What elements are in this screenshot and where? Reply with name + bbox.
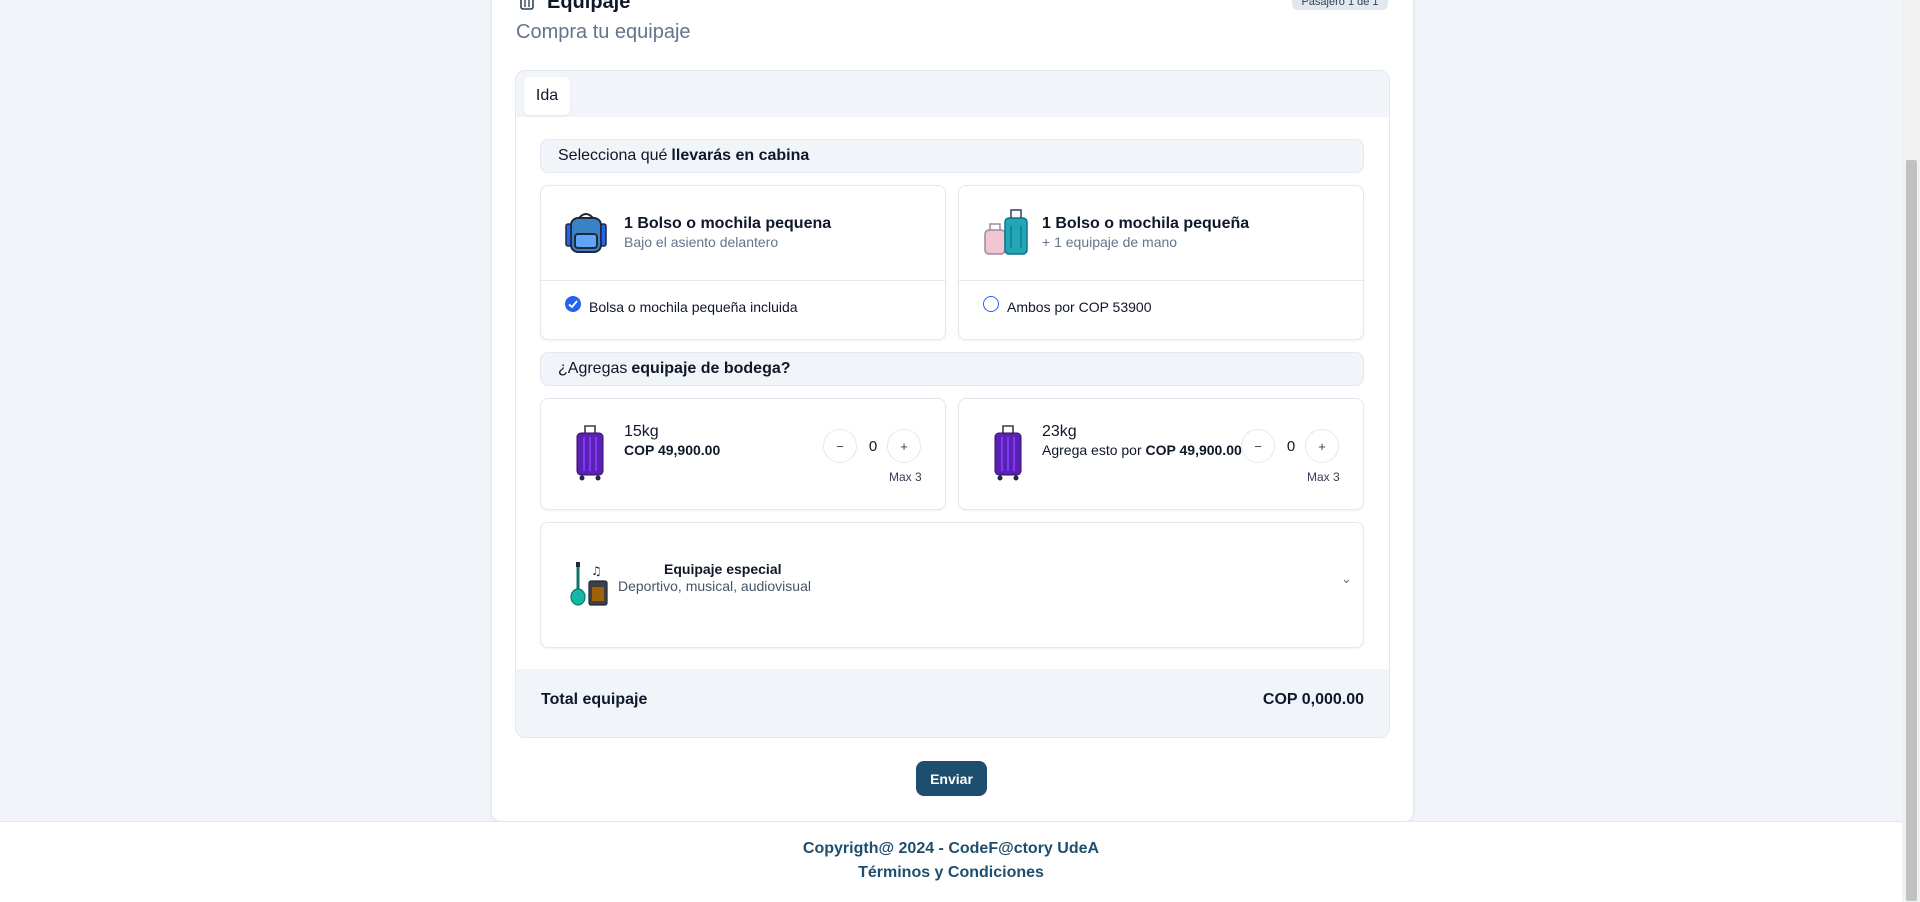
- radio-selected[interactable]: [565, 296, 581, 312]
- increment-button[interactable]: +: [1305, 429, 1339, 463]
- footer: Copyrigth@ 2024 - CodeF@ctory UdeA Térmi…: [0, 821, 1902, 902]
- max-quantity: Max 3: [1307, 470, 1340, 484]
- special-baggage-title: Equipaje especial: [664, 561, 782, 577]
- passenger-badge: Pasajero 1 de 1: [1292, 0, 1388, 10]
- decrement-button[interactable]: −: [823, 429, 857, 463]
- footer-copyright: Copyrigth@ 2024 - CodeF@ctory UdeA: [802, 840, 1100, 857]
- suitcase-icon: [993, 425, 1023, 486]
- luggage-icon: [518, 0, 536, 10]
- cabin-option-subtitle: + 1 equipaje de mano: [1042, 234, 1178, 250]
- scrollbar-thumb[interactable]: [1906, 160, 1917, 901]
- tab-ida[interactable]: Ida: [524, 77, 570, 115]
- total-label: Total equipaje: [541, 691, 648, 708]
- baggage-panel: Ida Selecciona qué llevarás en cabina 1 B…: [515, 70, 1390, 738]
- tab-bar: Ida: [516, 71, 1389, 117]
- cabin-option-small-bag[interactable]: 1 Bolso o mochila pequena Bajo el asient…: [540, 185, 946, 340]
- hold-price-value: COP 49,900.00: [624, 442, 721, 458]
- total-bar: Total equipaje COP 0,000.00: [516, 669, 1389, 737]
- decrement-button[interactable]: −: [1241, 429, 1275, 463]
- increment-button[interactable]: +: [887, 429, 921, 463]
- check-icon: [568, 300, 578, 309]
- backpack-icon: [565, 210, 609, 261]
- suitcases-icon: [983, 208, 1029, 263]
- guitar-amp-icon: ♫: [569, 561, 609, 612]
- hold-option-15kg: 15kg COP 49,900.00 − 0 + Max 3: [540, 398, 946, 510]
- cabin-option-title: 1 Bolso o mochila pequena: [624, 215, 832, 232]
- hold-header-prefix: ¿Agregas: [558, 360, 628, 377]
- cabin-option-title: 1 Bolso o mochila pequeña: [1042, 215, 1250, 232]
- cabin-option-subtitle: Bajo el asiento delantero: [624, 234, 779, 250]
- hold-weight: 23kg: [1042, 423, 1077, 440]
- svg-text:♫: ♫: [591, 564, 602, 578]
- hold-section-header: ¿Agregas equipaje de bodega?: [540, 352, 1364, 386]
- quantity-value: 0: [1286, 438, 1296, 455]
- hold-price: Agrega esto por COP 49,900.00: [1042, 442, 1242, 458]
- max-quantity: Max 3: [889, 470, 922, 484]
- suitcase-icon: [575, 425, 605, 486]
- page-subtitle: Compra tu equipaje: [516, 21, 691, 43]
- hold-option-23kg: 23kg Agrega esto por COP 49,900.00 − 0 +…: [958, 398, 1364, 510]
- cabin-option-bag-plus-carryon[interactable]: 1 Bolso o mochila pequeña + 1 equipaje d…: [958, 185, 1364, 340]
- terms-link[interactable]: Términos y Condiciones: [0, 864, 1902, 882]
- divider: [959, 280, 1363, 281]
- cabin-header-prefix: Selecciona qué: [558, 147, 668, 164]
- hold-weight: 15kg: [624, 423, 659, 440]
- hold-price-prefix: Agrega esto por: [1042, 442, 1142, 458]
- send-button[interactable]: Enviar: [916, 761, 987, 796]
- cabin-section-header: Selecciona qué llevarás en cabina: [540, 139, 1364, 173]
- special-baggage-accordion[interactable]: ♫ Equipaje especial Deportivo, musical, …: [540, 522, 1364, 648]
- page-title: Equipaje: [547, 0, 631, 13]
- cabin-header-bold: llevarás en cabina: [671, 147, 810, 164]
- chevron-down-icon[interactable]: ⌄: [1341, 571, 1352, 587]
- hold-header-bold: equipaje de bodega?: [631, 360, 791, 377]
- total-value: COP 0,000.00: [1262, 691, 1364, 708]
- special-baggage-subtitle: Deportivo, musical, audiovisual: [618, 578, 811, 594]
- hold-price: COP 49,900.00: [624, 442, 720, 458]
- cabin-option-label: Ambos por COP 53900: [1007, 299, 1152, 315]
- scrollbar[interactable]: [1902, 0, 1920, 901]
- hold-price-value: COP 49,900.00: [1145, 442, 1242, 458]
- cabin-option-label: Bolsa o mochila pequeña incluida: [589, 299, 798, 315]
- quantity-value: 0: [868, 438, 878, 455]
- radio-unselected[interactable]: [983, 296, 999, 312]
- divider: [541, 280, 945, 281]
